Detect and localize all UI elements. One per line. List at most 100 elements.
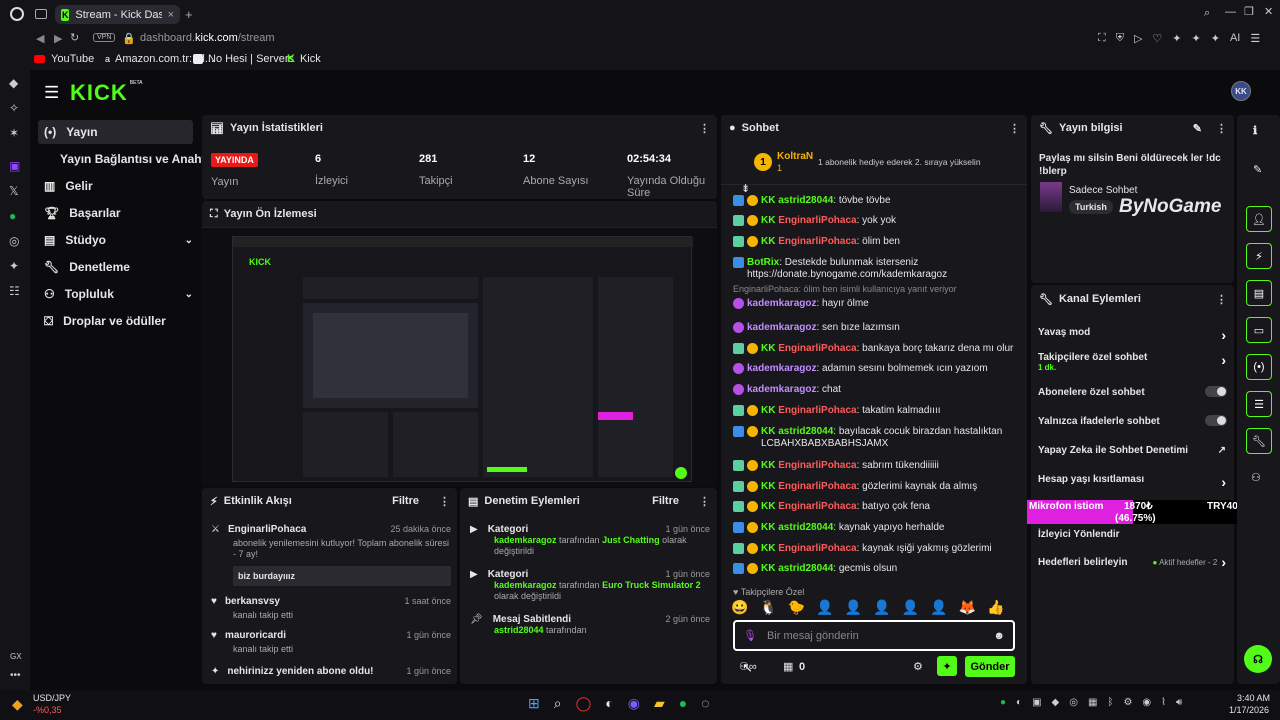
rail-lightning-icon[interactable]: ⚡︎ — [1246, 243, 1272, 269]
shield-icon[interactable]: ⛨ — [1116, 32, 1124, 45]
tray-icon[interactable]: ▦ — [1088, 697, 1097, 708]
emoji-icon[interactable]: ☻ — [993, 630, 1005, 642]
close-window-icon[interactable]: ✕ — [1264, 5, 1273, 18]
chat-input[interactable]: 🎙︎ Bir mesaj gönderin ☻ — [733, 620, 1015, 651]
gear-icon[interactable]: ⚙ — [913, 660, 923, 673]
rail-chat-icon[interactable]: ▭ — [1246, 317, 1272, 343]
chat-username[interactable]: EnginarliPohaca — [778, 481, 856, 492]
raid-row[interactable]: İzleyici Yönlendir — [1038, 529, 1120, 540]
app-icon[interactable]: ◌ — [701, 695, 709, 712]
wifi-icon[interactable]: ⌇ — [1161, 697, 1166, 708]
emote-icon[interactable]: 😀 — [731, 599, 748, 616]
chat-username[interactable]: EnginarliPohaca — [778, 405, 856, 416]
chat-username[interactable]: kademkaragoz — [747, 322, 816, 333]
nav-item-denetleme[interactable]: 🔧︎ Denetleme — [38, 255, 193, 279]
hamburger-icon[interactable]: ☰ — [44, 83, 59, 103]
bot-icon[interactable]: ✦ — [937, 656, 957, 676]
slow-mode-row[interactable]: Yavaş mod › — [1038, 327, 1226, 343]
maximize-icon[interactable]: ❐ — [1244, 5, 1254, 18]
help-headset-icon[interactable]: ☊ — [1244, 645, 1272, 673]
emote-icon[interactable]: 👤 — [902, 599, 919, 616]
nav-item-yayin[interactable]: (•) Yayın — [38, 120, 193, 144]
chat-username[interactable]: EnginarliPohaca — [778, 343, 856, 354]
age-restriction-row[interactable]: Hesap yaşı kısıtlaması › — [1038, 474, 1226, 490]
clock-date[interactable]: 1/17/2026 — [1229, 705, 1269, 715]
tray-icon[interactable]: ◉ — [1142, 697, 1151, 708]
rail-list-icon[interactable]: ☰ — [1246, 391, 1272, 417]
ai-mod-row[interactable]: Yapay Zeka ile Sohbet Denetimi ↗ — [1038, 445, 1226, 456]
edit-icon[interactable]: ✎ — [1193, 122, 1202, 135]
emote-icon[interactable]: 🦊 — [959, 599, 976, 616]
rail-community-icon[interactable]: ⚇ — [1251, 471, 1261, 484]
rail-user-icon[interactable]: 👤︎ — [1246, 206, 1272, 232]
chat-username[interactable]: kademkaragoz — [747, 298, 816, 309]
info-icon[interactable]: ℹ — [1253, 124, 1257, 137]
chat-username[interactable]: kademkaragoz — [747, 384, 816, 395]
chat-username[interactable]: kademkaragoz — [747, 363, 816, 374]
sidebar-app-3-icon[interactable]: ✶ — [9, 126, 20, 140]
ticker-name[interactable]: USD/JPY — [33, 693, 71, 703]
chat-username[interactable]: EnginarliPohaca — [778, 501, 856, 512]
sidebar-app-1-icon[interactable]: ◆ — [9, 76, 20, 90]
player-icon[interactable]: ▷ — [1134, 32, 1142, 45]
bookmark-nohesi[interactable]: No Hesi | Servers — [193, 53, 294, 65]
chat-username[interactable]: EnginarliPohaca — [778, 543, 856, 554]
rail-document-icon[interactable]: ▤ — [1246, 280, 1272, 306]
tray-icon[interactable]: ◎ — [1069, 697, 1078, 708]
clock-time[interactable]: 3:40 AM — [1237, 693, 1270, 703]
more-options-icon[interactable]: ⋮ — [699, 495, 710, 508]
volume-icon[interactable]: 🔊︎ — [1176, 697, 1182, 708]
menu-icon[interactable]: ☰ — [1250, 32, 1260, 45]
goals-row[interactable]: Hedefleri belirleyin ● Aktif hedefler - 2… — [1038, 554, 1226, 570]
nav-item-basarilar[interactable]: 🏆︎ Başarılar — [38, 201, 193, 225]
more-options-icon[interactable]: ⋮ — [439, 495, 450, 508]
opera-gx-icon[interactable]: ◯ — [576, 695, 592, 712]
kick-logo[interactable]: KICK BETA — [70, 80, 142, 106]
nav-item-topluluk[interactable]: ⚇ Topluluk ⌄ — [38, 282, 193, 306]
tray-icon[interactable]: ⚙ — [1123, 697, 1132, 708]
filter-button[interactable]: Filtre — [392, 495, 419, 507]
spotify-tray-icon[interactable]: ● — [1000, 697, 1006, 708]
x-icon[interactable]: 𝕏 — [9, 184, 20, 198]
opera-logo-icon[interactable] — [10, 7, 24, 21]
more-options-icon[interactable]: ⋮ — [1216, 122, 1227, 135]
sidebar-app-2-icon[interactable]: ✧ — [9, 101, 20, 115]
extension3-icon[interactable]: ✦ — [1211, 32, 1220, 45]
chat-username[interactable]: astrid28044 — [778, 522, 833, 533]
ai-button[interactable]: AI — [1230, 32, 1240, 45]
nav-item-gelir[interactable]: ▥ Gelir — [38, 174, 193, 198]
chat-username[interactable]: astrid28044 — [778, 563, 833, 574]
heart-icon[interactable]: ♡ — [1152, 32, 1162, 45]
tray-icon[interactable]: ◐ — [1016, 697, 1022, 708]
file-explorer-icon[interactable]: ▰ — [654, 695, 665, 712]
extension-icon[interactable]: ✦ — [1172, 32, 1181, 45]
chat-username[interactable]: astrid28044 — [778, 195, 833, 206]
back-icon[interactable]: ◀ — [36, 32, 44, 45]
vpn-badge[interactable]: VPN — [93, 33, 116, 42]
bookmark-youtube[interactable]: YouTube — [34, 53, 94, 65]
reload-icon[interactable]: ↻ — [70, 31, 79, 44]
spotify-icon[interactable]: ● — [679, 695, 687, 712]
tab-menu-icon[interactable] — [35, 9, 47, 19]
forward-icon[interactable]: ▶ — [54, 32, 62, 45]
more-options-icon[interactable]: ⋮ — [1216, 293, 1227, 306]
chat-username[interactable]: EnginarliPohaca — [778, 236, 856, 247]
emote-icon[interactable]: 🐤 — [788, 599, 805, 616]
filter-button[interactable]: Filtre — [652, 495, 679, 507]
chat-username[interactable]: BotRix — [747, 257, 779, 268]
chat-username[interactable]: EnginarliPohaca — [778, 215, 856, 226]
url-field[interactable]: dashboard.kick.com/stream — [140, 32, 275, 44]
nav-item-studyo[interactable]: ▤ Stüdyo ⌄ — [38, 228, 193, 252]
sidebar-app-4-icon[interactable]: ◎ — [9, 234, 20, 248]
emote-icon[interactable]: 👤 — [816, 599, 833, 616]
emote-icon[interactable]: 🐧 — [759, 599, 776, 616]
more-icon[interactable]: ••• — [10, 670, 21, 681]
close-tab-icon[interactable]: × — [168, 9, 174, 21]
screenshot-icon[interactable]: ⛶ — [1098, 32, 1106, 45]
steam-icon[interactable]: ◐ — [605, 695, 613, 712]
nav-item-stream-key[interactable]: Yayın Bağlantısı ve Anahtarı — [54, 147, 220, 171]
nav-item-droplar[interactable]: ⛋ Droplar ve ödüller — [38, 309, 193, 333]
rail-wrench-icon[interactable]: 🔧︎ — [1246, 428, 1272, 454]
tray-icon[interactable]: ▣ — [1032, 697, 1041, 708]
sidebar-app-6-icon[interactable]: ☷ — [9, 284, 20, 298]
